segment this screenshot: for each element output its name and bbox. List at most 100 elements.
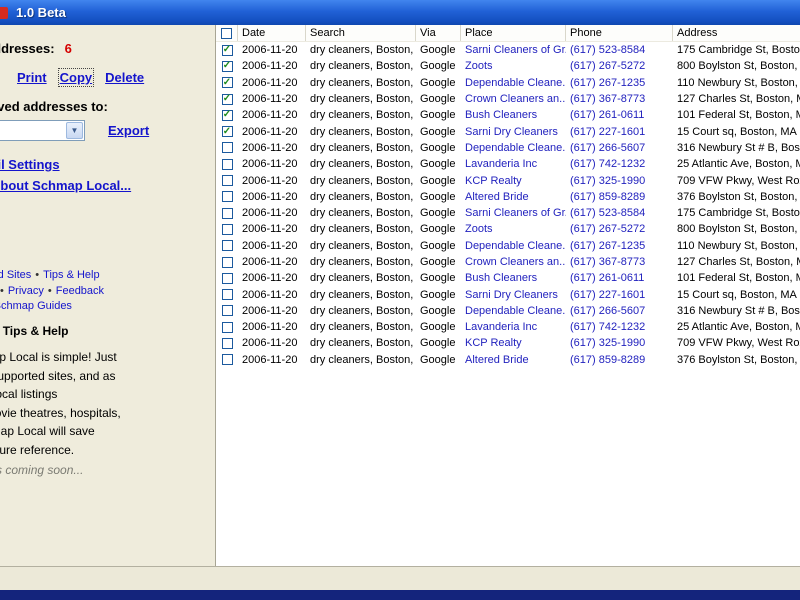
cell-search: dry cleaners, Boston, ... — [310, 272, 416, 285]
titlebar[interactable]: 1.0 Beta — [0, 0, 800, 25]
chevron-down-icon[interactable]: ▼ — [66, 122, 83, 139]
about-schmap-local-link[interactable]: About Schmap Local... — [0, 178, 131, 193]
tips-help-link[interactable]: Tips & Help — [43, 269, 99, 281]
footer-links-line3: Free Schmap Guides — [0, 300, 215, 312]
row-checkbox[interactable] — [221, 272, 233, 284]
row-checkbox[interactable]: ✓ — [221, 44, 233, 56]
row-checkbox[interactable] — [221, 354, 233, 366]
cell-date: 2006-11-20 — [242, 141, 298, 154]
row-checkbox-cell — [216, 289, 238, 301]
cell-date: 2006-11-20 — [242, 174, 298, 187]
table-row[interactable]: 2006-11-20 dry cleaners, Boston, ... Goo… — [216, 172, 800, 188]
table-row[interactable]: 2006-11-20 dry cleaners, Boston, ... Goo… — [216, 189, 800, 205]
cell-place: Dependable Cleane... — [465, 76, 566, 89]
cell-date: 2006-11-20 — [242, 272, 298, 285]
column-header-search[interactable]: Search — [306, 25, 416, 41]
table-row[interactable]: ✓ 2006-11-20 dry cleaners, Boston, ... G… — [216, 58, 800, 74]
table-row[interactable]: 2006-11-20 dry cleaners, Boston, ... Goo… — [216, 156, 800, 172]
export-link[interactable]: Export — [108, 123, 149, 138]
cell-via: Google — [420, 109, 456, 122]
row-checkbox-cell — [216, 240, 238, 252]
row-checkbox[interactable] — [221, 191, 233, 203]
table-row[interactable]: 2006-11-20 dry cleaners, Boston, ... Goo… — [216, 140, 800, 156]
row-checkbox[interactable] — [221, 175, 233, 187]
row-checkbox[interactable] — [221, 321, 233, 333]
copy-link[interactable]: Copy — [57, 68, 95, 87]
row-checkbox[interactable] — [221, 305, 233, 317]
row-checkbox[interactable]: ✓ — [221, 60, 233, 72]
table-row[interactable]: ✓ 2006-11-20 dry cleaners, Boston, ... G… — [216, 107, 800, 123]
cell-address: 800 Boylston St, Boston, MA — [677, 60, 800, 73]
row-checkbox[interactable] — [221, 240, 233, 252]
check-icon: ✓ — [222, 93, 232, 105]
table-row[interactable]: 2006-11-20 dry cleaners, Boston, ... Goo… — [216, 270, 800, 286]
table-row[interactable]: 2006-11-20 dry cleaners, Boston, ... Goo… — [216, 286, 800, 302]
cell-place: Bush Cleaners — [465, 109, 538, 122]
row-checkbox[interactable] — [221, 223, 233, 235]
table-row[interactable]: ✓ 2006-11-20 dry cleaners, Boston, ... G… — [216, 91, 800, 107]
feedback-link[interactable]: Feedback — [56, 285, 104, 297]
table-row[interactable]: 2006-11-20 dry cleaners, Boston, ... Goo… — [216, 221, 800, 237]
table-row[interactable]: ✓ 2006-11-20 dry cleaners, Boston, ... G… — [216, 42, 800, 58]
schmap-guides-link[interactable]: Free Schmap Guides — [0, 300, 72, 312]
column-header-via[interactable]: Via — [416, 25, 461, 41]
privacy-link[interactable]: Privacy — [8, 285, 44, 297]
column-header-phone[interactable]: Phone — [566, 25, 673, 41]
settings-link[interactable]: Email Settings — [0, 157, 60, 172]
export-format-dropdown[interactable]: ▼ — [0, 120, 85, 141]
table-row[interactable]: 2006-11-20 dry cleaners, Boston, ... Goo… — [216, 303, 800, 319]
row-checkbox[interactable] — [221, 142, 233, 154]
column-header-address[interactable]: Address — [673, 25, 800, 41]
cell-place: Sarni Dry Cleaners — [465, 125, 558, 138]
cell-search: dry cleaners, Boston, ... — [310, 174, 416, 187]
row-checkbox-cell: ✓ — [216, 60, 238, 72]
delete-link[interactable]: Delete — [105, 70, 144, 85]
cell-phone: (617) 267-1235 — [570, 76, 646, 89]
cell-via: Google — [420, 353, 456, 366]
row-checkbox[interactable]: ✓ — [221, 93, 233, 105]
cell-via: Google — [420, 174, 456, 187]
cell-phone: (617) 859-8289 — [570, 190, 646, 203]
cell-address: 25 Atlantic Ave, Boston, MA — [677, 321, 800, 334]
cell-search: dry cleaners, Boston, ... — [310, 337, 416, 350]
row-checkbox-cell — [216, 223, 238, 235]
row-checkbox[interactable] — [221, 207, 233, 219]
row-checkbox[interactable] — [221, 158, 233, 170]
table-row[interactable]: 2006-11-20 dry cleaners, Boston, ... Goo… — [216, 352, 800, 368]
cell-phone: (617) 859-8289 — [570, 353, 646, 366]
cell-address: 175 Cambridge St, Boston, MA — [677, 44, 800, 57]
row-checkbox[interactable]: ✓ — [221, 109, 233, 121]
row-checkbox-cell: ✓ — [216, 77, 238, 89]
cell-date: 2006-11-20 — [242, 321, 298, 334]
column-header-place[interactable]: Place — [461, 25, 566, 41]
cell-date: 2006-11-20 — [242, 44, 298, 57]
table-row[interactable]: 2006-11-20 dry cleaners, Boston, ... Goo… — [216, 335, 800, 351]
row-checkbox[interactable]: ✓ — [221, 126, 233, 138]
help-text-line: you browse local listings — [0, 387, 58, 401]
table-row[interactable]: 2006-11-20 dry cleaners, Boston, ... Goo… — [216, 254, 800, 270]
cell-via: Google — [420, 44, 456, 57]
table-row[interactable]: ✓ 2006-11-20 dry cleaners, Boston, ... G… — [216, 75, 800, 91]
cell-place: Zoots — [465, 223, 493, 236]
row-checkbox[interactable] — [221, 289, 233, 301]
supported-sites-link[interactable]: Supported Sites — [0, 269, 31, 281]
cell-via: Google — [420, 93, 456, 106]
row-checkbox[interactable] — [221, 337, 233, 349]
cell-phone: (617) 325-1990 — [570, 337, 646, 350]
select-all-checkbox[interactable] — [221, 27, 232, 39]
cell-phone: (617) 261-0611 — [570, 272, 645, 285]
row-checkbox[interactable] — [221, 256, 233, 268]
row-checkbox-cell — [216, 337, 238, 349]
row-checkbox-cell: ✓ — [216, 93, 238, 105]
column-header-date[interactable]: Date — [238, 25, 306, 41]
table-row[interactable]: ✓ 2006-11-20 dry cleaners, Boston, ... G… — [216, 123, 800, 139]
taskbar[interactable] — [0, 590, 800, 600]
cell-via: Google — [420, 141, 456, 154]
cell-address: 316 Newbury St # B, Boston, MA — [677, 304, 800, 317]
table-row[interactable]: 2006-11-20 dry cleaners, Boston, ... Goo… — [216, 205, 800, 221]
print-link[interactable]: Print — [17, 70, 47, 85]
footer-links-line1: Supported Sites •Tips & Help — [0, 269, 215, 281]
table-row[interactable]: 2006-11-20 dry cleaners, Boston, ... Goo… — [216, 319, 800, 335]
row-checkbox[interactable]: ✓ — [221, 77, 233, 89]
table-row[interactable]: 2006-11-20 dry cleaners, Boston, ... Goo… — [216, 238, 800, 254]
